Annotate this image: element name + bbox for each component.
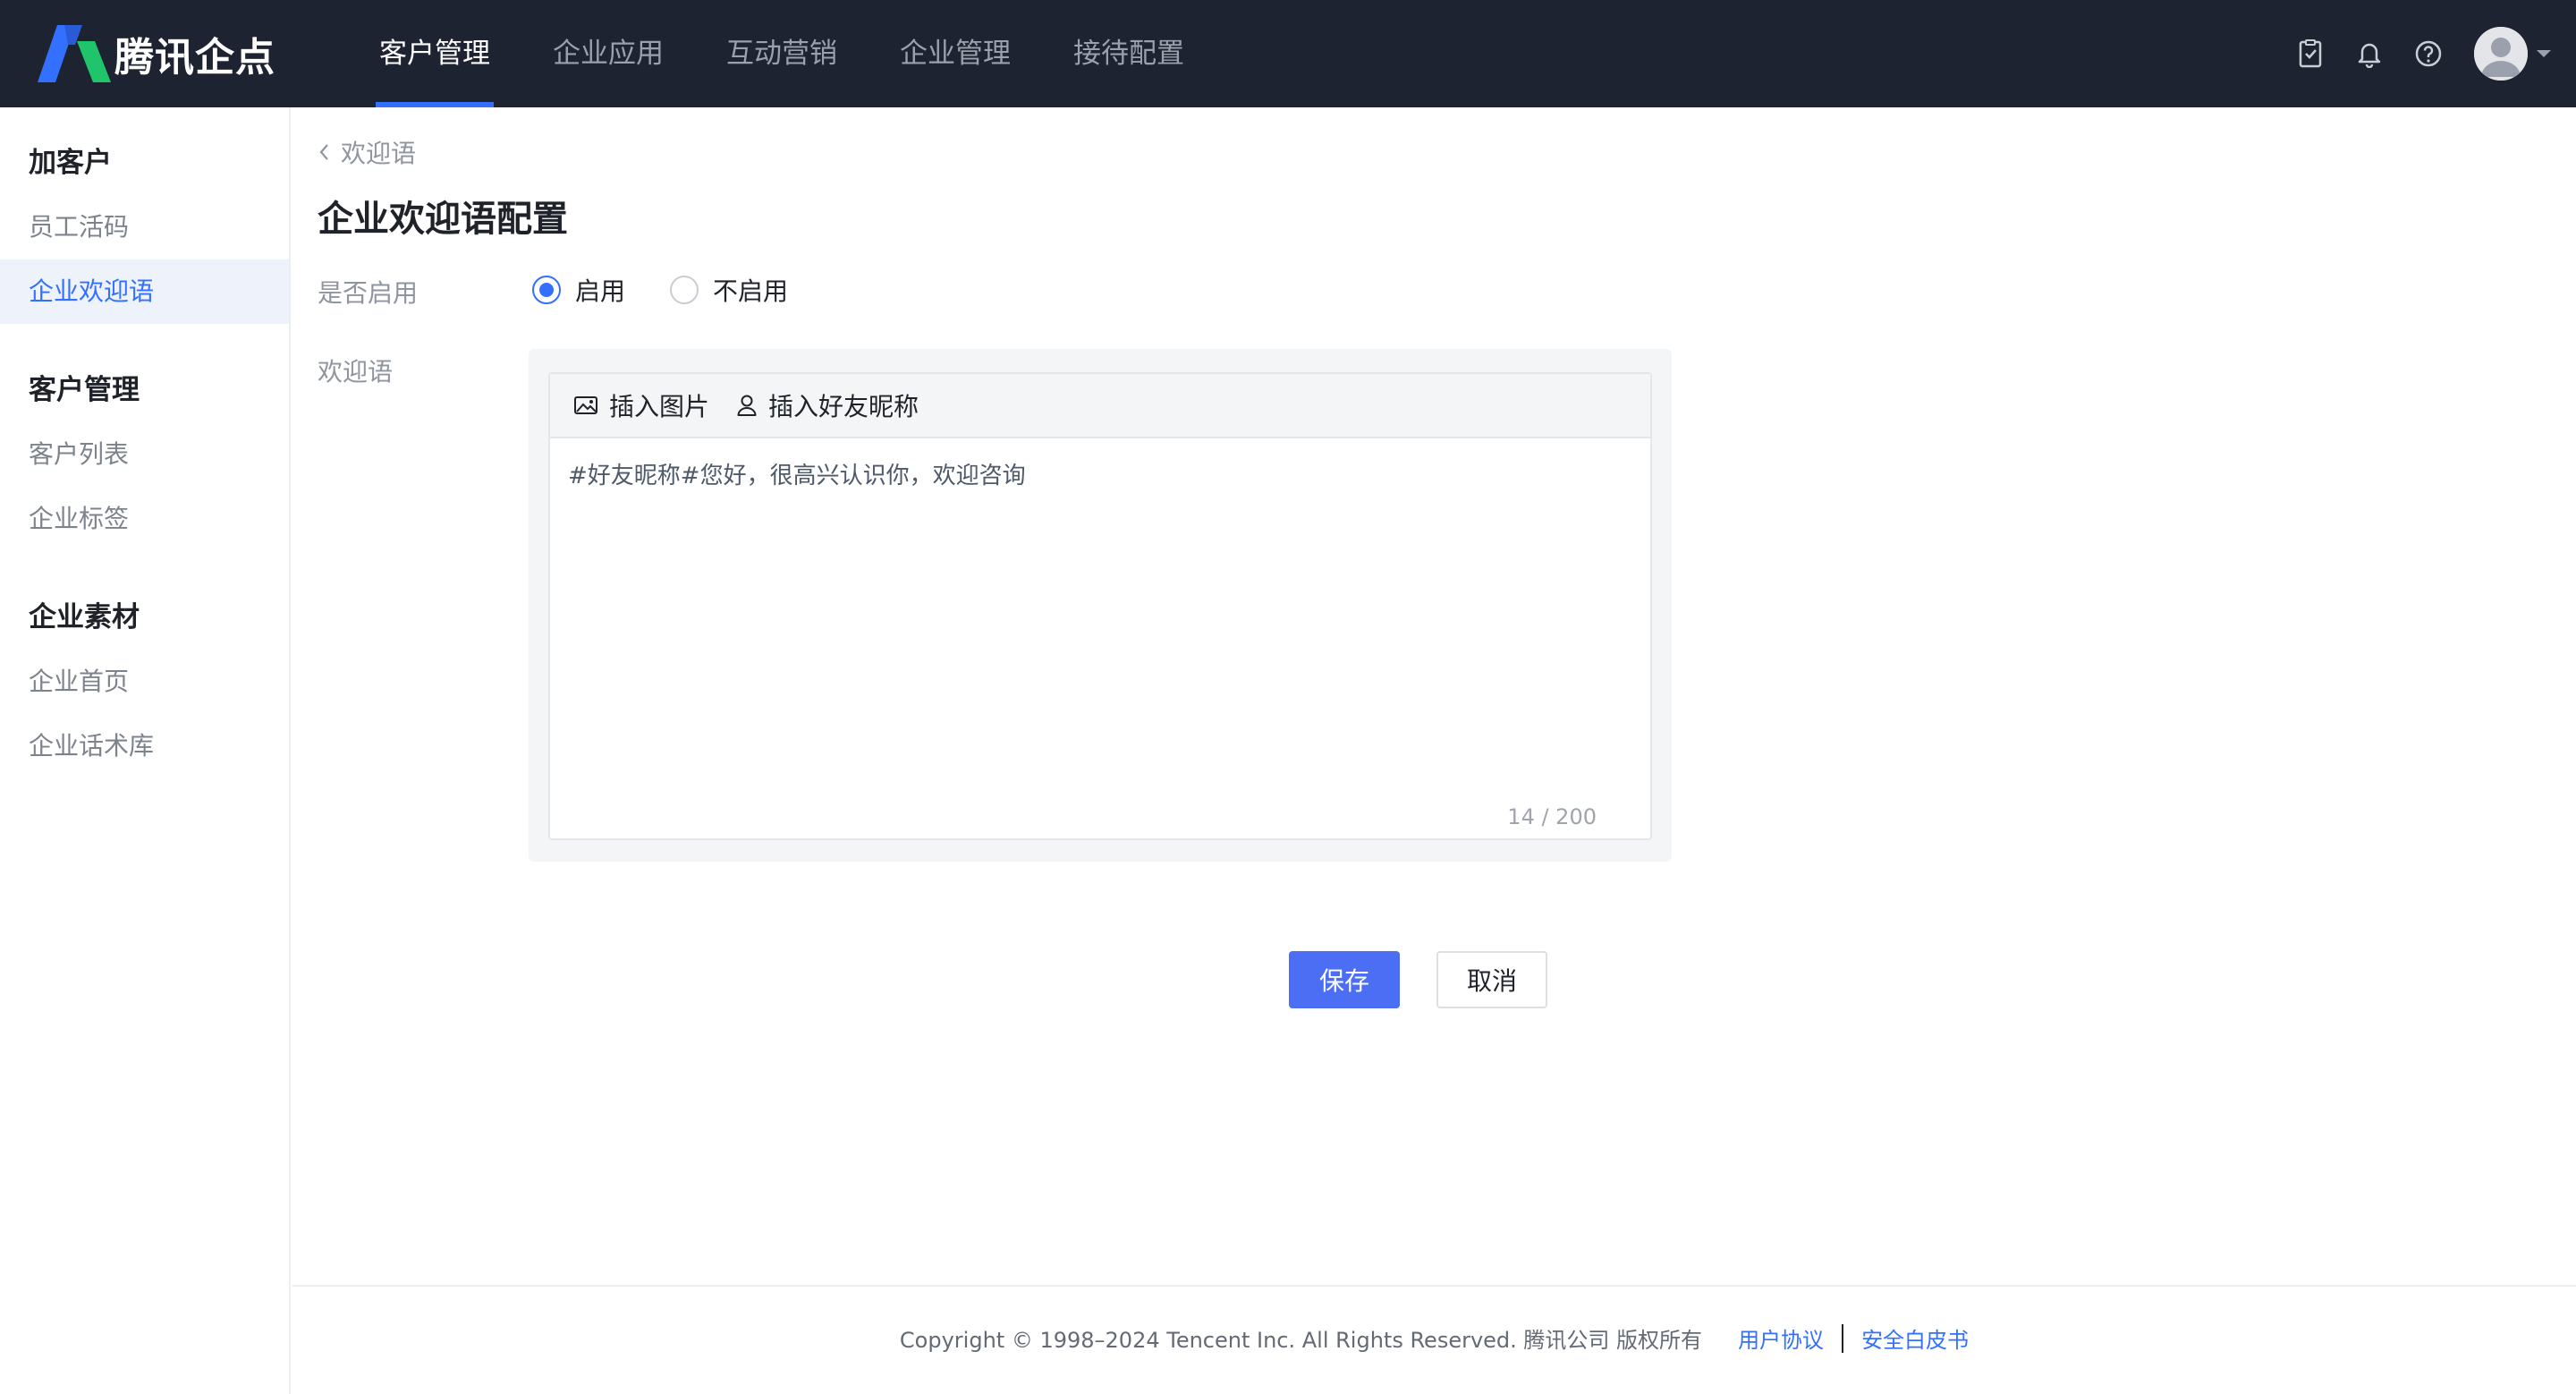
chevron-left-icon <box>319 144 328 160</box>
back-link-label: 欢迎语 <box>341 139 417 168</box>
footer-content: Copyright © 1998–2024 Tencent Inc. All R… <box>292 1322 2576 1354</box>
welcome-textarea[interactable]: #好友昵称#您好，很高兴认识你，欢迎咨询 <box>568 458 1632 727</box>
editor-toolbar: 插入图片 插入好友昵称 <box>550 374 1650 438</box>
back-link[interactable]: 欢迎语 <box>318 134 416 170</box>
sidebar-group-add-customer: 加客户 <box>29 147 112 179</box>
enable-label: 是否启用 <box>318 278 419 308</box>
chevron-down-icon[interactable] <box>2537 50 2551 57</box>
user-agreement-link[interactable]: 用户协议 <box>1738 1322 1824 1354</box>
logo-mark-icon <box>38 25 111 82</box>
welcome-label: 欢迎语 <box>318 357 394 387</box>
user-icon <box>737 395 757 416</box>
footer-divider <box>1842 1323 1844 1353</box>
insert-nickname-button[interactable]: 插入好友昵称 <box>736 387 919 423</box>
cancel-button[interactable]: 取消 <box>1436 951 1547 1008</box>
copyright-text: Copyright © 1998–2024 Tencent Inc. All R… <box>899 1328 1703 1353</box>
char-counter: 14 / 200 <box>1507 804 1597 829</box>
sidebar-item-script-library[interactable]: 企业话术库 <box>0 714 289 778</box>
help-icon[interactable] <box>2413 38 2444 69</box>
brand-name: 腾讯企点 <box>114 35 275 81</box>
insert-image-button[interactable]: 插入图片 <box>573 387 709 423</box>
sidebar-group-customer-management: 客户管理 <box>29 374 140 406</box>
radio-disable-circle[interactable] <box>670 276 699 304</box>
page-title: 企业欢迎语配置 <box>318 199 568 240</box>
sidebar-item-enterprise-homepage[interactable]: 企业首页 <box>0 650 289 714</box>
task-check-icon[interactable] <box>2295 38 2326 69</box>
image-icon <box>574 396 597 414</box>
avatar[interactable] <box>2474 27 2528 81</box>
radio-disable[interactable]: 不启用 <box>670 272 788 308</box>
security-whitepaper-link[interactable]: 安全白皮书 <box>1861 1322 1969 1354</box>
sidebar-item-customer-list[interactable]: 客户列表 <box>0 422 289 487</box>
nav-tab-interactive-marketing[interactable]: 互动营销 <box>723 0 841 107</box>
insert-image-label: 插入图片 <box>609 392 710 421</box>
sidebar-item-welcome-message[interactable]: 企业欢迎语 <box>0 259 289 324</box>
sidebar-group-enterprise-materials: 企业素材 <box>29 601 140 633</box>
enable-radio-group: 启用 不启用 <box>532 272 833 308</box>
radio-enable-circle[interactable] <box>532 276 561 304</box>
user-menu[interactable] <box>2474 27 2551 81</box>
sidebar-item-enterprise-tags[interactable]: 企业标签 <box>0 487 289 551</box>
main-content: 欢迎语 企业欢迎语配置 是否启用 启用 不启用 欢迎语 插入图片 插入好友昵称 <box>292 107 2576 1287</box>
welcome-editor: 插入图片 插入好友昵称 #好友昵称#您好，很高兴认识你，欢迎咨询 14 / 20… <box>548 372 1652 840</box>
top-nav: 客户管理 企业应用 互动营销 企业管理 接待配置 <box>376 0 1243 107</box>
nav-tab-customer-management[interactable]: 客户管理 <box>376 0 494 107</box>
bell-icon[interactable] <box>2354 38 2385 69</box>
nav-tab-enterprise-apps[interactable]: 企业应用 <box>549 0 667 107</box>
sidebar: 加客户 员工活码 企业欢迎语 客户管理 客户列表 企业标签 企业素材 企业首页 … <box>0 107 291 1394</box>
insert-nickname-label: 插入好友昵称 <box>768 392 919 421</box>
radio-enable[interactable]: 启用 <box>532 272 625 308</box>
radio-disable-label: 不启用 <box>713 276 789 306</box>
save-button[interactable]: 保存 <box>1289 951 1400 1008</box>
top-actions <box>2267 0 2551 107</box>
nav-tab-reception-config[interactable]: 接待配置 <box>1070 0 1188 107</box>
footer: Copyright © 1998–2024 Tencent Inc. All R… <box>292 1285 2576 1394</box>
sidebar-item-staff-qrcode[interactable]: 员工活码 <box>0 195 289 259</box>
nav-tab-enterprise-management[interactable]: 企业管理 <box>896 0 1014 107</box>
brand-logo[interactable]: 腾讯企点 <box>38 25 275 82</box>
top-bar: 腾讯企点 客户管理 企业应用 互动营销 企业管理 接待配置 <box>0 0 2576 107</box>
welcome-editor-container: 插入图片 插入好友昵称 #好友昵称#您好，很高兴认识你，欢迎咨询 14 / 20… <box>529 349 1672 862</box>
radio-enable-label: 启用 <box>575 276 626 306</box>
